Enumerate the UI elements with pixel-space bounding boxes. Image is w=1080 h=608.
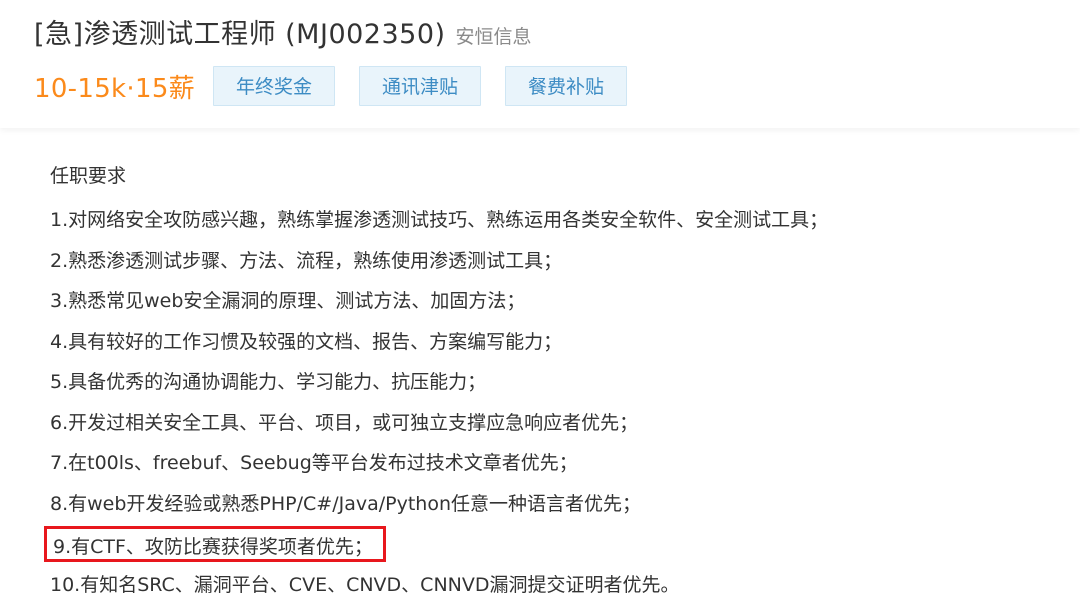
benefit-tag-year-end-bonus: 年终奖金 xyxy=(212,66,335,106)
requirements-heading: 任职要求 xyxy=(50,165,127,187)
job-header: [急]渗透测试工程师 (MJ002350) 安恒信息 10-15k·15薪 年终… xyxy=(0,0,1080,128)
requirement-item: 5.具备优秀的沟通协调能力、学习能力、抗压能力； xyxy=(50,371,487,393)
requirement-item: 8.有web开发经验或熟悉PHP/C#/Java/Python任意一种语言者优先… xyxy=(50,492,642,515)
requirement-item: 4.具有较好的工作习惯及较强的文档、报告、方案编写能力； xyxy=(50,330,563,353)
job-detail-page: [急]渗透测试工程师 (MJ002350) 安恒信息 10-15k·15薪 年终… xyxy=(0,0,1080,608)
title-row: [急]渗透测试工程师 (MJ002350) 安恒信息 xyxy=(34,12,532,51)
requirement-item: 1.对网络安全攻防感兴趣，熟练掌握渗透测试技巧、熟练运用各类安全软件、安全测试工… xyxy=(50,209,829,231)
highlighted-requirement-wrapper: 9.有CTF、攻防比赛获得奖项者优先； xyxy=(44,524,1060,565)
requirement-item: 2.熟悉渗透测试步骤、方法、流程，熟练使用渗透测试工具； xyxy=(50,249,563,272)
job-description: 任职要求 1.对网络安全攻防感兴趣，熟练掌握渗透测试技巧、熟练运用各类安全软件、… xyxy=(44,160,1060,605)
highlighted-requirement-item: 9.有CTF、攻防比赛获得奖项者优先； xyxy=(44,526,386,562)
requirement-item: 7.在t00ls、freebuf、Seebug等平台发布过技术文章者优先； xyxy=(50,452,578,474)
salary: 10-15k·15薪 xyxy=(34,73,195,104)
requirement-item: 10.有知名SRC、漏洞平台、CVE、CNVD、CNNVD漏洞提交证明者优先。 xyxy=(50,573,680,596)
requirement-item: 3.熟悉常见web安全漏洞的原理、测试方法、加固方法； xyxy=(50,290,526,312)
salary-row: 10-15k·15薪 年终奖金 通讯津贴 餐费补贴 xyxy=(34,66,651,106)
benefit-tag-meal-allowance: 餐费补贴 xyxy=(505,66,628,106)
job-title: [急]渗透测试工程师 (MJ002350) xyxy=(34,19,446,50)
requirement-item: 6.开发过相关安全工具、平台、项目，或可独立支撑应急响应者优先； xyxy=(50,411,639,434)
benefit-tag-communication-allowance: 通讯津贴 xyxy=(358,66,481,106)
company-name[interactable]: 安恒信息 xyxy=(456,22,532,49)
